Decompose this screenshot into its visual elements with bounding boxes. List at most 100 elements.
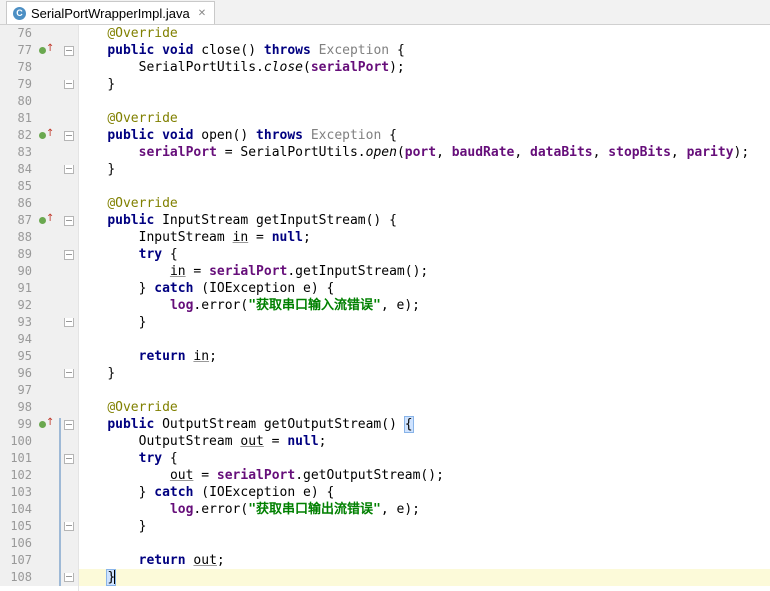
code-line[interactable]: 79 }: [0, 76, 770, 93]
gutter: 99 ↑: [0, 416, 78, 433]
fold-end-icon[interactable]: [64, 80, 74, 89]
code-token: ;: [209, 349, 217, 364]
code-text: out = serialPort.getOutputStream();: [76, 467, 444, 484]
fold-expand-icon[interactable]: [64, 46, 74, 56]
close-icon[interactable]: ✕: [198, 8, 206, 19]
code-text: }: [76, 569, 117, 586]
code-line[interactable]: 91 } catch (IOException e) {: [0, 280, 770, 297]
gutter: 82 ↑: [0, 127, 78, 144]
code-token: @Override: [107, 111, 178, 126]
line-number: 89: [17, 247, 32, 261]
code-line[interactable]: 77 ↑ public void close() throws Exception…: [0, 42, 770, 59]
code-token: {: [162, 247, 178, 262]
code-line[interactable]: 93 }: [0, 314, 770, 331]
code-token: throws: [263, 43, 311, 58]
code-text: @Override: [76, 399, 177, 416]
code-line[interactable]: 78 SerialPortUtils.close(serialPort);: [0, 59, 770, 76]
code-line[interactable]: 80: [0, 93, 770, 110]
code-line[interactable]: 84 }: [0, 161, 770, 178]
line-number: 85: [17, 179, 32, 193]
java-class-icon: C: [13, 6, 26, 20]
file-tab[interactable]: C SerialPortWrapperImpl.java ✕: [6, 1, 216, 24]
code-line[interactable]: 96 }: [0, 365, 770, 382]
fold-expand-icon[interactable]: [64, 420, 74, 430]
line-number: 82: [17, 128, 32, 142]
code-line[interactable]: 85: [0, 178, 770, 195]
code-text: InputStream in = null;: [76, 229, 311, 246]
gutter: 84: [0, 161, 78, 178]
fold-end-icon[interactable]: [64, 165, 74, 174]
code-line[interactable]: 108 }: [0, 569, 770, 586]
code-line[interactable]: 94: [0, 331, 770, 348]
code-token: catch: [154, 485, 194, 500]
code-line[interactable]: 83 serialPort = SerialPortUtils.open(por…: [0, 144, 770, 161]
fold-expand-icon[interactable]: [64, 131, 74, 141]
gutter: 85: [0, 178, 78, 195]
code-line[interactable]: 87 ↑ public InputStream getInputStream() …: [0, 212, 770, 229]
code-line[interactable]: 88 InputStream in = null;: [0, 229, 770, 246]
code-token: try: [138, 247, 163, 262]
code-line[interactable]: 89 try {: [0, 246, 770, 263]
code-token: null: [287, 434, 319, 449]
override-method-icon[interactable]: ↑: [39, 128, 54, 141]
code-token: log: [169, 502, 194, 517]
code-editor[interactable]: 76 @Override 77 ↑ public void close() thro…: [0, 25, 770, 591]
line-number: 106: [10, 536, 32, 550]
code-token: }: [107, 77, 116, 92]
code-line[interactable]: 86 @Override: [0, 195, 770, 212]
code-line[interactable]: 102 out = serialPort.getOutputStream();: [0, 467, 770, 484]
code-line[interactable]: 98 @Override: [0, 399, 770, 416]
code-line[interactable]: 97: [0, 382, 770, 399]
gutter: 100: [0, 433, 78, 450]
code-token: void: [162, 128, 194, 143]
code-token: throws: [256, 128, 304, 143]
code-line[interactable]: 106: [0, 535, 770, 552]
code-line[interactable]: 90 in = serialPort.getInputStream();: [0, 263, 770, 280]
code-line[interactable]: 107 return out;: [0, 552, 770, 569]
code-line[interactable]: 76 @Override: [0, 25, 770, 42]
code-text: serialPort = SerialPortUtils.open(port, …: [76, 144, 750, 161]
fold-end-icon[interactable]: [64, 522, 74, 531]
code-text: @Override: [76, 110, 178, 127]
line-number: 80: [17, 94, 32, 108]
code-line[interactable]: 81 @Override: [0, 110, 770, 127]
code-line[interactable]: 99 ↑ public OutputStream getOutputStream(…: [0, 416, 770, 433]
code-text: public OutputStream getOutputStream() {: [76, 416, 414, 433]
code-token: out: [169, 468, 194, 483]
code-token: Exception: [310, 128, 382, 143]
code-line[interactable]: 103 } catch (IOException e) {: [0, 484, 770, 501]
code-token: public: [107, 417, 155, 432]
code-token: {: [162, 451, 178, 466]
fold-end-icon[interactable]: [64, 318, 74, 327]
gutter: 90: [0, 263, 78, 280]
fold-end-icon[interactable]: [64, 369, 74, 378]
code-line[interactable]: 100 OutputStream out = null;: [0, 433, 770, 450]
code-token: ;: [303, 230, 311, 245]
fold-expand-icon[interactable]: [64, 216, 74, 226]
override-method-icon[interactable]: ↑: [39, 43, 54, 56]
code-line[interactable]: 104 log.error("获取串口输出流错误", e);: [0, 501, 770, 518]
code-line[interactable]: 95 return in;: [0, 348, 770, 365]
fold-expand-icon[interactable]: [64, 454, 74, 464]
code-token: (IOException e) {: [193, 281, 335, 296]
code-line[interactable]: 92 log.error("获取串口输入流错误", e);: [0, 297, 770, 314]
line-number: 83: [17, 145, 32, 159]
fold-end-icon[interactable]: [64, 573, 74, 582]
code-text: return out;: [76, 552, 225, 569]
gutter: 89: [0, 246, 78, 263]
override-method-icon[interactable]: ↑: [39, 417, 54, 430]
fold-expand-icon[interactable]: [64, 250, 74, 260]
code-line[interactable]: 101 try {: [0, 450, 770, 467]
code-token: close: [263, 60, 303, 75]
override-method-icon[interactable]: ↑: [39, 213, 54, 226]
code-token: serialPort: [216, 468, 296, 483]
code-line[interactable]: 105 }: [0, 518, 770, 535]
code-token: );: [733, 145, 750, 160]
code-token: ;: [318, 434, 327, 449]
gutter: 80: [0, 93, 78, 110]
code-token: }: [107, 162, 116, 177]
code-line[interactable]: 82 ↑ public void open() throws Exception …: [0, 127, 770, 144]
